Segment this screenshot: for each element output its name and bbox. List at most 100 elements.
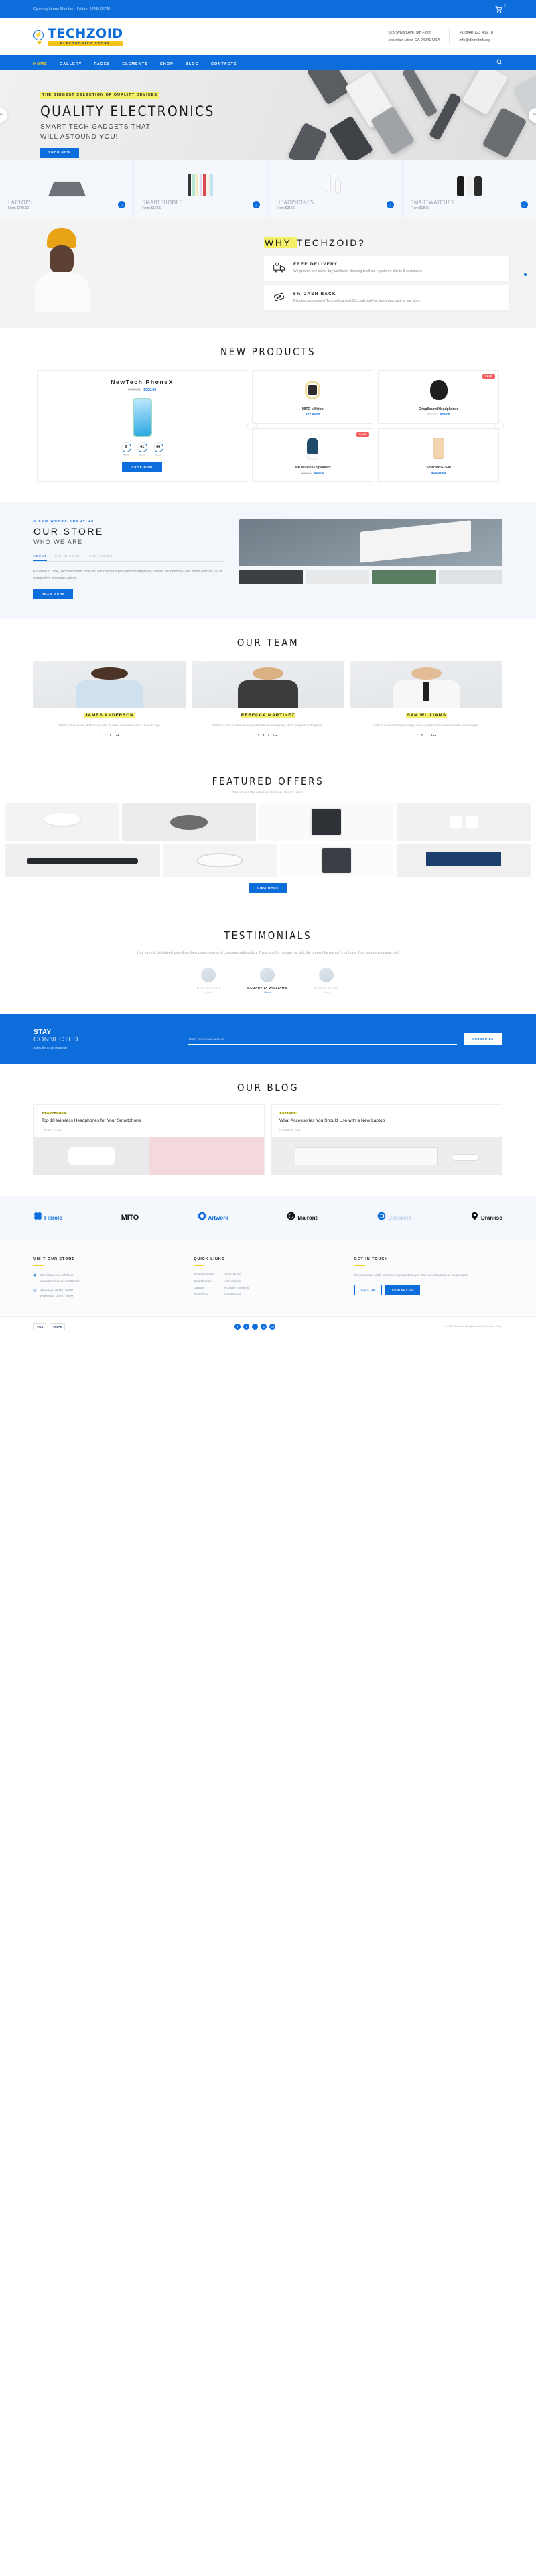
brand-logo-fibrolo[interactable]: Fibrolo [34,1212,62,1224]
social-icon-t[interactable]: t [105,734,106,738]
brand-name: Artworx [208,1214,228,1221]
category-arrow-icon[interactable]: → [252,201,260,208]
offer-tile-7[interactable] [279,844,394,877]
store-read-more-button[interactable]: READ MORE [34,589,73,599]
store-thumb-1[interactable] [239,570,304,584]
footer-call-us-button[interactable]: CALL US [354,1284,382,1295]
newsletter-email-input[interactable] [188,1033,458,1045]
offer-tile-1[interactable] [5,803,119,841]
brand-logos: Fibrolo MITO Artworx Maironti Decoroto D… [0,1196,536,1240]
product-card[interactable]: Smartex GT540 $16.99.00 [378,428,499,482]
store-thumb-4[interactable] [438,570,503,584]
opening-hours: Opening hours: Monday - Friday: 08AM-06P… [34,7,111,11]
offer-tile-5[interactable] [5,844,160,877]
testimonial-name: SAMANTHA WILLIAMS [247,986,287,990]
category-card-smartphones[interactable]: SMARTPHONES From $12.00 → [133,160,267,218]
offers-view-more-button[interactable]: VIEW MORE [249,883,287,893]
social-icon-t[interactable]: t [243,1323,250,1330]
nav-item-shop[interactable]: SHOP [160,62,174,66]
category-card-smartwatches[interactable]: SMARTWATCHES From $18.00 → [401,160,536,218]
store-thumb-3[interactable] [372,570,436,584]
hero-tagline: THE BIGGEST SELECTION OF QUALITY DEVICES [40,92,160,99]
social-icon-t[interactable]: t [421,734,423,738]
offer-tile-4[interactable] [397,803,531,841]
blog-post-category: LAPTOPS [279,1112,297,1115]
social-icon-f[interactable]: f [417,734,418,738]
featured-shop-now-button[interactable]: SHOP NOW [122,462,162,472]
store-tab-our-vision[interactable]: OUR VISION [89,554,113,561]
category-card-headphones[interactable]: HEADPHONES From $21.00 → [267,160,402,218]
footer-link[interactable]: Laptops [194,1286,214,1289]
offer-tile-2[interactable] [122,803,257,841]
header-email[interactable]: info@demolink.org [459,37,493,44]
header-phone[interactable]: +1 (844) 123 456 78 [459,29,493,37]
social-icon-i[interactable]: i [268,734,269,738]
testimonial-person[interactable]: BILL WILSON Client [197,968,220,994]
search-button[interactable] [496,56,503,68]
blog-post-card[interactable]: HEADPHONES Top 10 Wireless Headphones fo… [34,1104,265,1176]
category-arrow-icon[interactable]: → [386,201,394,208]
offer-tile-8[interactable] [397,844,531,877]
testimonial-person[interactable]: SAMANTHA WILLIAMS Client [247,968,287,994]
nav-item-blog[interactable]: BLOG [186,62,199,66]
product-card[interactable]: SALE CrispSound Headphones $32.00 $22.00 [378,369,499,424]
footer-link[interactable]: Smart Watches [194,1273,214,1276]
brand-logo-drankso[interactable]: Drankso [470,1212,503,1224]
footer-link[interactable]: Smartphones [194,1279,214,1283]
offer-tile-6[interactable] [163,844,277,877]
category-arrow-icon[interactable]: → [118,201,126,208]
cart-button[interactable]: 2 [495,3,506,13]
blog-post-card[interactable]: LAPTOPS What Accessories You Should Use … [271,1104,503,1176]
offer-tile-3[interactable] [259,803,394,841]
category-price: From $21.00 [276,206,295,210]
cart-count: 2 [504,3,506,8]
footer-link[interactable]: Accessories [224,1279,249,1283]
product-card[interactable]: MITO uWatch $17.99.00 [252,369,374,424]
social-icon-Gplus[interactable]: G+ [431,734,436,738]
nav-item-elements[interactable]: ELEMENTS [122,62,147,66]
newsletter-subscribe-button[interactable]: SUBSCRIBE [464,1033,503,1046]
category-arrow-icon[interactable]: → [521,201,528,208]
why-slider-dot[interactable] [524,273,527,276]
brand-logo-decoroto[interactable]: Decoroto [377,1212,411,1224]
product-price: $23.00 [314,471,324,475]
store-thumb-2[interactable] [306,570,370,584]
social-icon-Gplus[interactable]: G+ [273,734,277,738]
social-icon-t[interactable]: t [263,734,265,738]
site-logo[interactable]: ⚡ TECHZOID ELECTRONICS STORE [34,27,123,46]
testimonial-person[interactable]: JAMES SMITH Client [314,968,339,994]
social-icon-i[interactable]: i [110,734,111,738]
hero-shop-now-button[interactable]: SHOP NOW [40,148,79,158]
pin-icon [470,1212,479,1224]
footer-link[interactable]: Smart Home [224,1273,249,1276]
category-image [277,167,394,196]
brand-logo-maironti[interactable]: Maironti [287,1212,319,1224]
product-card[interactable]: SALE AIR Wireless Speakers $30.00 $23.00 [252,428,374,482]
footer-hours-line-1: Weekdays: 08AM - 06PM [40,1288,74,1292]
social-icon-f[interactable]: f [100,734,101,738]
social-icon-f[interactable]: f [234,1323,241,1330]
category-card-laptops[interactable]: LAPTOPS From $289.00 → [0,160,133,218]
social-icon-Gplus[interactable]: G+ [269,1323,276,1330]
nav-item-pages[interactable]: PAGES [94,62,110,66]
store-tab-about[interactable]: ABOUT [34,554,47,561]
nav-item-home[interactable]: HOME [34,62,48,66]
footer-link[interactable]: Headphones [224,1293,249,1296]
social-icon-f[interactable]: f [258,734,259,738]
footer-link[interactable]: Smart Toys [194,1293,214,1296]
footer-store-heading: VISIT OUR STORE [34,1257,75,1262]
footer-contact-us-button[interactable]: CONTACT US [385,1284,420,1295]
nav-item-gallery[interactable]: GALLERY [60,62,82,66]
footer-link[interactable]: Portable Speakers [224,1286,249,1289]
featured-product-card[interactable]: NewTech PhoneX $490.00 $530.00 9 HRS 41 … [37,369,248,482]
store-tab-our-mission[interactable]: OUR MISSION [55,554,81,561]
brand-logo-artworx[interactable]: Artworx [198,1212,228,1224]
featured-old-price: $490.00 [128,387,141,392]
countdown-timer: 9 HRS 41 MIN 46 SEC [44,442,240,456]
nav-item-contacts[interactable]: CONTACTS [211,62,237,66]
social-icon-Gplus[interactable]: G+ [115,734,119,738]
why-title-main: TECHZOID? [296,237,366,248]
social-icon-i[interactable]: i [252,1323,259,1330]
social-icon-in[interactable]: in [261,1323,267,1330]
brand-logo-mito[interactable]: MITO [121,1214,139,1222]
